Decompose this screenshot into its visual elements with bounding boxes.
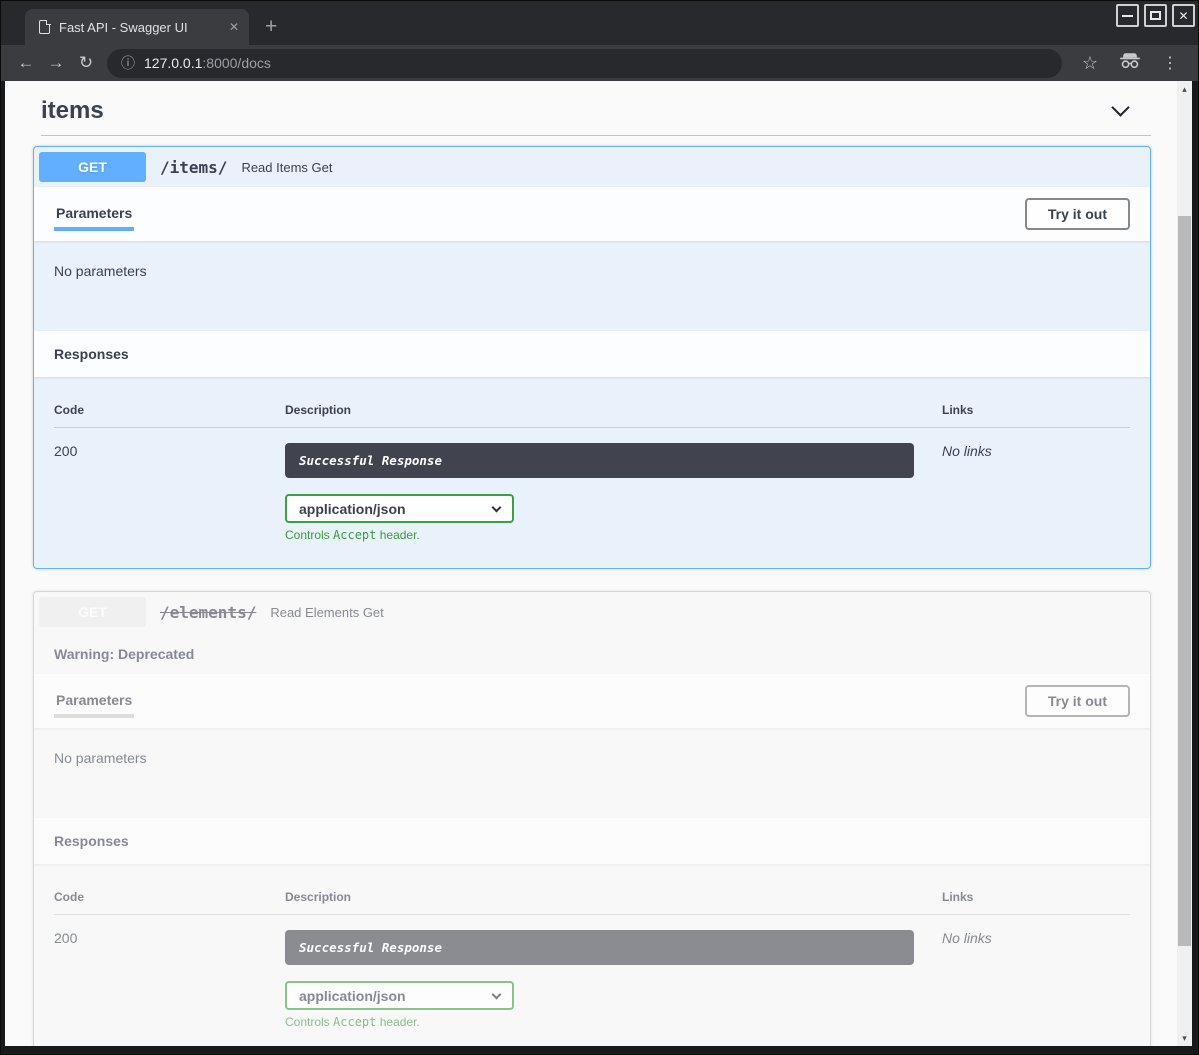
minimize-icon bbox=[1122, 15, 1133, 17]
close-button[interactable]: ✕ bbox=[1172, 4, 1195, 27]
opblock-get-items: GET /items/ Read Items Get Parameters Tr… bbox=[33, 146, 1151, 569]
media-type-value: application/json bbox=[299, 501, 406, 517]
address-bar[interactable]: ⓘ 127.0.0.1 :8000/docs bbox=[107, 49, 1062, 78]
response-description-box: Successful Response bbox=[285, 443, 914, 478]
operation-summary-text: Read Items Get bbox=[241, 160, 332, 175]
operation-summary-text: Read Elements Get bbox=[270, 605, 383, 620]
browser-titlebar: Fast API - Swagger UI ✕ + ✕ bbox=[1, 1, 1198, 45]
page-scrollbar[interactable]: ▴ ▾ bbox=[1177, 81, 1192, 1046]
response-row-200: 200 Successful Response application/json… bbox=[54, 428, 1130, 542]
controls-note-prefix: Controls bbox=[285, 528, 333, 542]
incognito-icon[interactable] bbox=[1118, 52, 1142, 74]
response-description-box: Successful Response bbox=[285, 930, 914, 965]
response-row-200: 200 Successful Response application/json… bbox=[54, 915, 1130, 1029]
tag-title: items bbox=[41, 97, 104, 125]
parameters-body: No parameters bbox=[34, 728, 1150, 818]
tab-parameters[interactable]: Parameters bbox=[54, 189, 134, 239]
maximize-button[interactable] bbox=[1144, 4, 1167, 27]
parameters-body: No parameters bbox=[34, 241, 1150, 331]
browser-viewport: items GET /items/ Read Items Get Paramet… bbox=[1, 81, 1198, 1046]
response-description-cell: Successful Response application/json Con… bbox=[285, 930, 942, 1029]
responses-table-head: Code Description Links bbox=[54, 391, 1130, 428]
responses-title: Responses bbox=[54, 833, 129, 849]
opblock-get-elements-deprecated: GET /elements/ Read Elements Get Warning… bbox=[33, 591, 1151, 1046]
code-column-header: Code bbox=[54, 890, 285, 904]
scroll-up-icon[interactable]: ▴ bbox=[1177, 83, 1192, 95]
window-bottom-edge bbox=[1, 1046, 1198, 1054]
responses-title: Responses bbox=[54, 346, 129, 362]
window-controls: ✕ bbox=[1116, 4, 1195, 27]
tab-title: Fast API - Swagger UI bbox=[59, 20, 223, 35]
controls-note-suffix: header. bbox=[376, 1015, 419, 1029]
forward-icon[interactable]: → bbox=[41, 53, 71, 73]
controls-note-prefix: Controls bbox=[285, 1015, 333, 1029]
maximize-icon bbox=[1150, 11, 1161, 20]
bookmark-star-icon[interactable]: ☆ bbox=[1082, 53, 1098, 74]
operation-summary[interactable]: GET /items/ Read Items Get bbox=[34, 147, 1150, 187]
swagger-page: items GET /items/ Read Items Get Paramet… bbox=[5, 81, 1177, 1046]
site-info-icon[interactable]: ⓘ bbox=[121, 53, 135, 73]
new-tab-button[interactable]: + bbox=[265, 16, 277, 37]
try-it-out-button[interactable]: Try it out bbox=[1025, 685, 1130, 717]
controls-note-code: Accept bbox=[333, 1015, 376, 1029]
operation-path: /elements/ bbox=[160, 603, 256, 622]
chevron-down-icon bbox=[492, 502, 502, 512]
browser-tab[interactable]: Fast API - Swagger UI ✕ bbox=[25, 9, 249, 45]
code-column-header: Code bbox=[54, 403, 285, 417]
response-links-cell: No links bbox=[942, 443, 1130, 542]
description-column-header: Description bbox=[285, 403, 942, 417]
tag-section-header[interactable]: items bbox=[41, 81, 1151, 136]
back-icon[interactable]: ← bbox=[11, 53, 41, 73]
links-column-header: Links bbox=[942, 403, 1130, 417]
scrollbar-thumb[interactable] bbox=[1178, 216, 1191, 946]
deprecated-warning: Warning: Deprecated bbox=[34, 632, 1150, 674]
collapse-chevron-icon[interactable] bbox=[1111, 98, 1129, 116]
url-host: 127.0.0.1 bbox=[144, 55, 202, 71]
media-type-select[interactable]: application/json bbox=[285, 494, 514, 523]
controls-accept-note: Controls Accept header. bbox=[285, 528, 914, 542]
parameters-header: Parameters Try it out bbox=[34, 674, 1150, 728]
responses-table: Code Description Links 200 Successful Re… bbox=[34, 864, 1150, 1046]
browser-toolbar: ← → ↻ ⓘ 127.0.0.1 :8000/docs ☆ ⋮ bbox=[1, 45, 1198, 81]
method-badge: GET bbox=[39, 597, 146, 627]
scroll-down-icon[interactable]: ▾ bbox=[1177, 1032, 1192, 1044]
responses-header: Responses bbox=[34, 818, 1150, 864]
url-path: :8000/docs bbox=[202, 55, 271, 71]
no-parameters-text: No parameters bbox=[54, 263, 147, 279]
responses-table: Code Description Links 200 Successful Re… bbox=[34, 377, 1150, 568]
try-it-out-button[interactable]: Try it out bbox=[1025, 198, 1130, 230]
media-type-select[interactable]: application/json bbox=[285, 981, 514, 1010]
controls-note-suffix: header. bbox=[376, 528, 419, 542]
minimize-button[interactable] bbox=[1116, 4, 1139, 27]
links-column-header: Links bbox=[942, 890, 1130, 904]
no-links-text: No links bbox=[942, 443, 992, 459]
responses-table-head: Code Description Links bbox=[54, 878, 1130, 915]
no-parameters-text: No parameters bbox=[54, 750, 147, 766]
response-code: 200 bbox=[54, 443, 285, 542]
browser-menu-icon[interactable]: ⋮ bbox=[1162, 53, 1178, 73]
window-right-edge bbox=[1192, 81, 1198, 1046]
response-code: 200 bbox=[54, 930, 285, 1029]
parameters-header: Parameters Try it out bbox=[34, 187, 1150, 241]
page-icon bbox=[39, 20, 50, 34]
reload-icon[interactable]: ↻ bbox=[71, 53, 101, 73]
operation-path: /items/ bbox=[160, 158, 227, 177]
tab-parameters[interactable]: Parameters bbox=[54, 676, 134, 726]
controls-note-code: Accept bbox=[333, 528, 376, 542]
no-links-text: No links bbox=[942, 930, 992, 946]
response-links-cell: No links bbox=[942, 930, 1130, 1029]
browser-window: Fast API - Swagger UI ✕ + ✕ ← → ↻ ⓘ 127.… bbox=[0, 0, 1199, 1055]
response-description-cell: Successful Response application/json Con… bbox=[285, 443, 942, 542]
media-type-value: application/json bbox=[299, 988, 406, 1004]
controls-accept-note: Controls Accept header. bbox=[285, 1015, 914, 1029]
operation-summary[interactable]: GET /elements/ Read Elements Get bbox=[34, 592, 1150, 632]
tab-close-icon[interactable]: ✕ bbox=[229, 20, 239, 34]
method-badge: GET bbox=[39, 152, 146, 182]
chevron-down-icon bbox=[492, 989, 502, 999]
description-column-header: Description bbox=[285, 890, 942, 904]
responses-header: Responses bbox=[34, 331, 1150, 377]
